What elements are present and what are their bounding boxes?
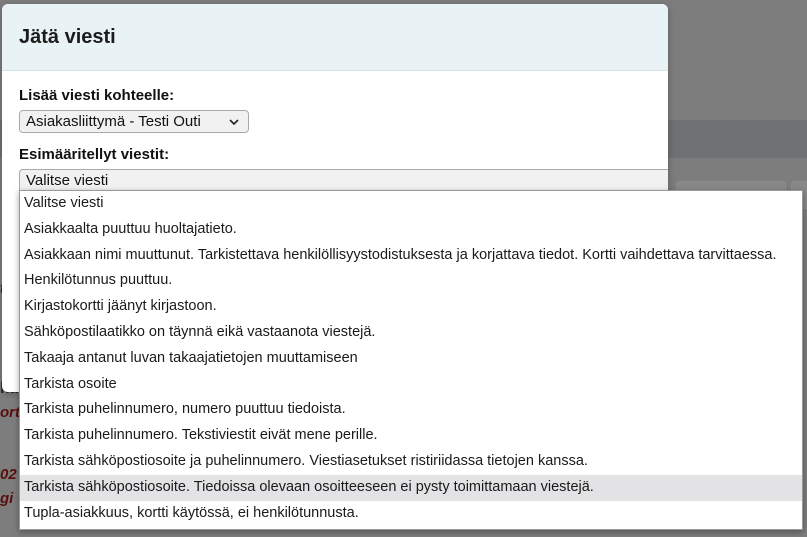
- predefined-messages-select[interactable]: Valitse viesti: [19, 169, 668, 192]
- dropdown-option[interactable]: Tarkista puhelinnumero. Tekstiviestit ei…: [20, 423, 802, 449]
- dropdown-option[interactable]: Tarkista osoite: [20, 372, 802, 398]
- dropdown-option[interactable]: Tupla-asiakkuus, kortti käytössä, ei hen…: [20, 501, 802, 527]
- chevron-down-icon: [229, 118, 239, 125]
- background-text: 02: [0, 466, 17, 483]
- dropdown-option-highlighted[interactable]: Tarkista sähköpostiosoite. Tiedoissa ole…: [20, 474, 802, 501]
- dropdown-option[interactable]: Tarkista sähköpostiosoite ja puhelinnume…: [20, 449, 802, 475]
- dropdown-option[interactable]: Asiakkaan nimi muuttunut. Tarkistettava …: [20, 243, 802, 269]
- predefined-messages-dropdown[interactable]: Valitse viesti Asiakkaalta puuttuu huolt…: [19, 190, 803, 530]
- predefined-messages-label: Esimääritellyt viestit:: [19, 146, 170, 163]
- dropdown-option[interactable]: Asiakkaalta puuttuu huoltajatieto.: [20, 217, 802, 243]
- predefined-messages-select-value: Valitse viesti: [26, 172, 109, 189]
- dialog-title: Jätä viesti: [19, 25, 116, 48]
- dialog-body: Lisää viesti kohteelle: Asiakasliittymä …: [2, 71, 668, 192]
- dropdown-option[interactable]: Valitse viesti: [20, 191, 802, 217]
- dropdown-option[interactable]: Sähköpostilaatikko on täynnä eikä vastaa…: [20, 320, 802, 346]
- dialog-header: Jätä viesti: [2, 4, 668, 71]
- recipient-label: Lisää viesti kohteelle:: [19, 87, 175, 104]
- dropdown-option[interactable]: Tarkista puhelinnumero, numero puuttuu t…: [20, 397, 802, 423]
- dropdown-option[interactable]: Takaaja antanut luvan takaajatietojen mu…: [20, 346, 802, 372]
- background-text: gi: [0, 490, 14, 507]
- recipient-select-value: Asiakasliittymä - Testi Outi: [26, 113, 201, 130]
- dropdown-option[interactable]: Henkilötunnus puuttuu.: [20, 268, 802, 294]
- recipient-select[interactable]: Asiakasliittymä - Testi Outi: [19, 110, 249, 133]
- dropdown-option[interactable]: Kirjastokortti jäänyt kirjastoon.: [20, 294, 802, 320]
